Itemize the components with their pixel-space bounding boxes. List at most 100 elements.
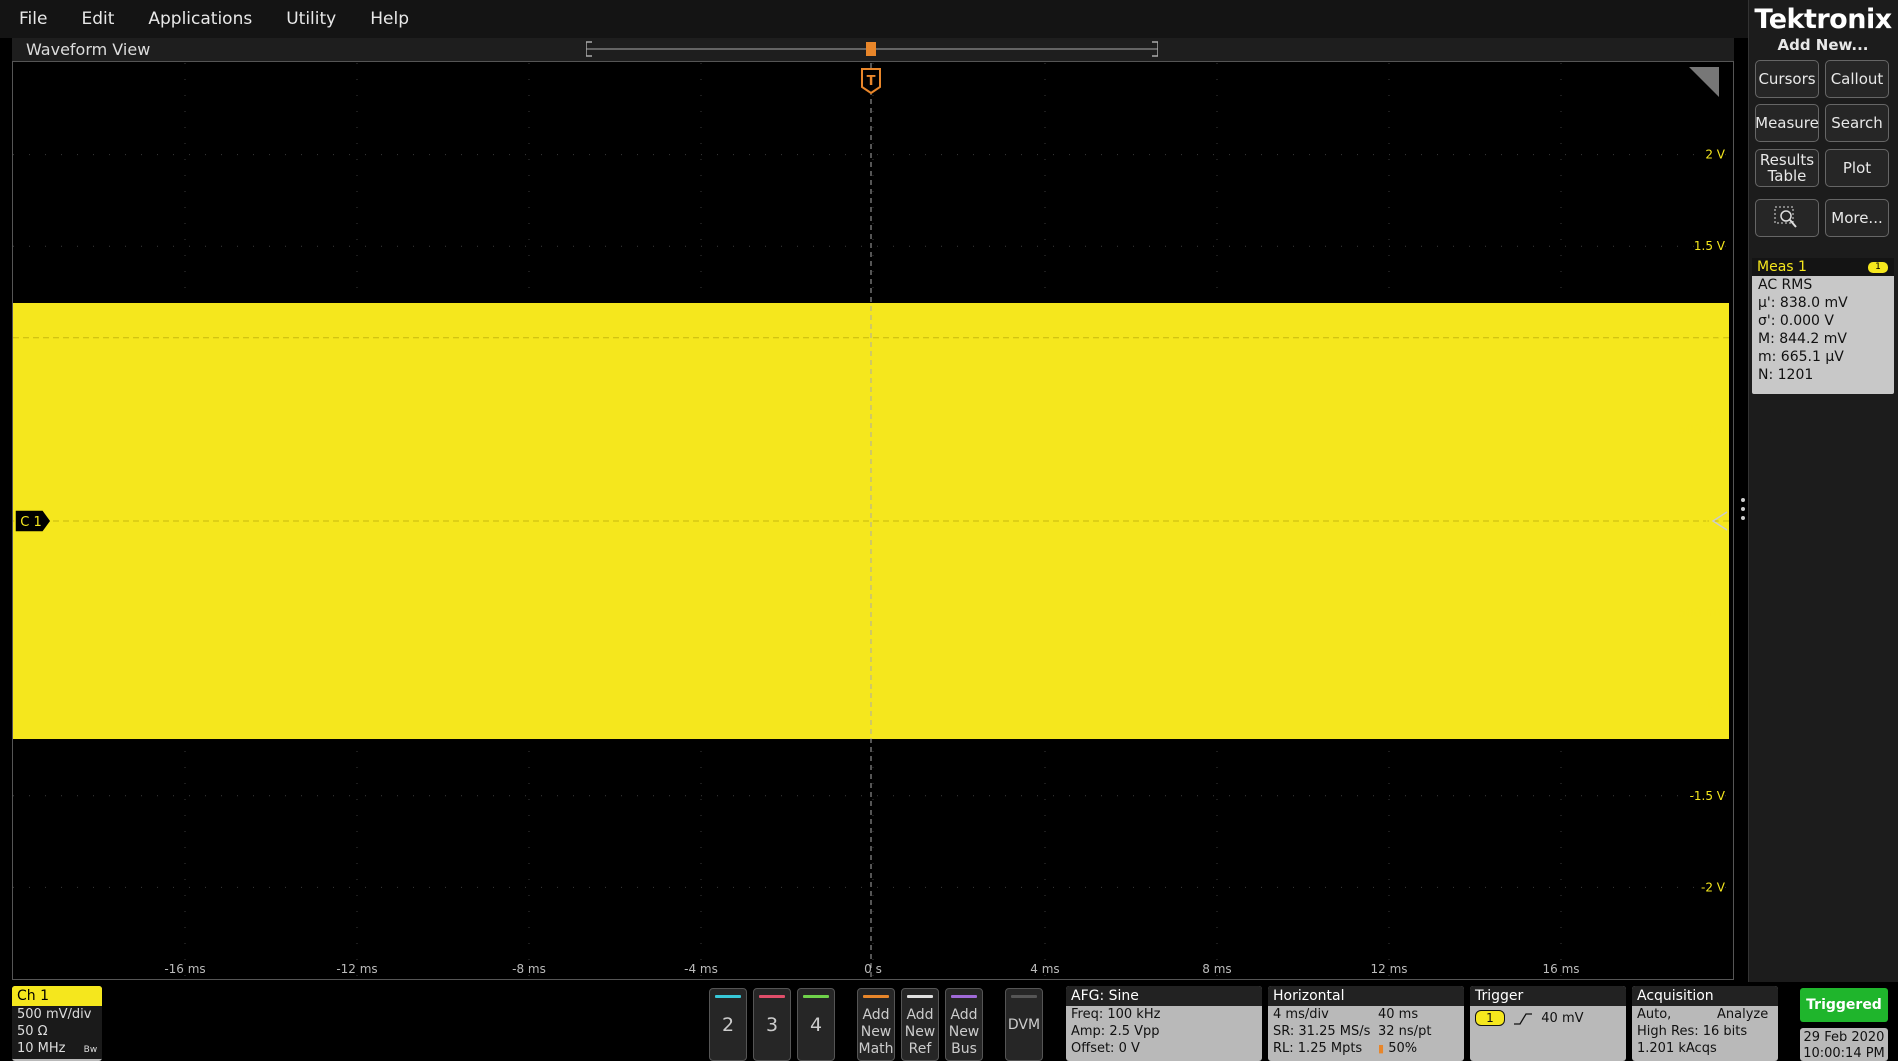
menu-applications[interactable]: Applications [133, 0, 267, 38]
menu-edit[interactable]: Edit [66, 0, 129, 38]
add-math-line-2: New [860, 1024, 892, 1040]
trigger-marker-label: T [867, 74, 876, 89]
add-new-heading: Add New... [1777, 36, 1869, 54]
channel-3-button[interactable]: 3 [753, 988, 791, 1061]
horizontal-duration: 40 ms [1378, 1007, 1419, 1022]
panel-resize-handle[interactable] [1740, 496, 1746, 522]
menu-bar: File Edit Applications Utility Help [0, 0, 1748, 38]
x-axis-label: 8 ms [1202, 962, 1231, 976]
channel-1-scale: 500 mV/div [12, 1006, 102, 1023]
measurement-min: m: 665.1 µV [1758, 349, 1844, 365]
trigger-level: 40 mV [1541, 1011, 1584, 1026]
measure-button[interactable]: Measure [1755, 104, 1819, 142]
x-axis-label: -8 ms [512, 962, 546, 976]
x-axis-label: -4 ms [684, 962, 718, 976]
x-axis-label: -12 ms [336, 962, 377, 976]
zoom-corner-icon [1689, 67, 1719, 97]
y-axis-label: 500 mV [1678, 422, 1725, 436]
afg-frequency: Freq: 100 kHz [1071, 1007, 1161, 1022]
horizontal-row-1: 4 ms/div 40 ms [1268, 1006, 1464, 1023]
add-ref-line-2: New [904, 1024, 936, 1040]
channel-2-button[interactable]: 2 [709, 988, 747, 1061]
y-axis-label: -1.5 V [1690, 789, 1726, 803]
menu-file[interactable]: File [4, 0, 62, 38]
channel-1-termination: 50 Ω [12, 1023, 102, 1040]
y-axis-label: 1.5 V [1694, 239, 1726, 253]
horizontal-record-length: RL: 1.25 Mpts [1273, 1041, 1363, 1056]
horizontal-row-3: RL: 1.25 Mpts ▮ 50% [1268, 1040, 1464, 1057]
more-button[interactable]: More... [1825, 199, 1889, 237]
acquisition-title: Acquisition [1632, 986, 1778, 1006]
channel-1-badge[interactable]: Ch 1 500 mV/div 50 Ω 10 MHz Bw [12, 986, 102, 1061]
y-axis-label: -1 V [1701, 697, 1726, 711]
trigger-source-badge: 1 [1475, 1010, 1505, 1026]
menu-utility[interactable]: Utility [271, 0, 351, 38]
trigger-status-button[interactable]: Triggered [1800, 988, 1888, 1022]
add-math-line-3: Math [858, 1041, 894, 1057]
channel-4-label: 4 [809, 1013, 823, 1036]
results-table-label-1: Results [1759, 151, 1815, 169]
waveform-view-title: Waveform View [26, 40, 151, 59]
afg-badge[interactable]: AFG: Sine Freq: 100 kHz Amp: 2.5 Vpp Off… [1066, 986, 1262, 1061]
bandwidth-limit-icon: Bw [83, 1045, 98, 1055]
dvm-button[interactable]: DVM [1005, 988, 1043, 1061]
plot-button[interactable]: Plot [1825, 149, 1889, 187]
y-axis-label: 1 V [1705, 331, 1725, 345]
afg-offset: Offset: 0 V [1071, 1041, 1140, 1056]
horizontal-badge[interactable]: Horizontal 4 ms/div 40 ms SR: 31.25 MS/s 3… [1268, 986, 1464, 1061]
acquisition-mode: Auto, [1637, 1007, 1672, 1022]
y-axis-label: -2 V [1701, 880, 1726, 894]
acquisition-badge[interactable]: Acquisition Auto, Analyze High Res: 16 bi… [1632, 986, 1778, 1061]
zoom-button[interactable] [1755, 199, 1819, 237]
channel-1-title: Ch 1 [12, 986, 102, 1006]
channel-1-bandwidth-value: 10 MHz [17, 1041, 66, 1056]
date-time-badge[interactable]: 29 Feb 2020 10:00:14 PM [1800, 1028, 1888, 1061]
trigger-badge[interactable]: Trigger 1 40 mV [1470, 986, 1626, 1061]
record-overview-bar[interactable] [586, 40, 1158, 58]
x-axis-label: 16 ms [1542, 962, 1579, 976]
add-ref-line-1: Add [906, 1007, 934, 1023]
acquisition-count: 1.201 kAcqs [1637, 1041, 1717, 1056]
tektronix-logo: Tektronix [1754, 4, 1892, 35]
date-label: 29 Feb 2020 [1803, 1030, 1885, 1045]
acquisition-resolution: High Res: 16 bits [1637, 1024, 1748, 1039]
afg-title: AFG: Sine [1066, 986, 1262, 1006]
channel-2-color-bar [715, 995, 741, 998]
y-axis-label: 0 V [1705, 514, 1725, 528]
results-table-button[interactable]: Results Table [1755, 149, 1819, 187]
rising-edge-icon [1514, 1012, 1533, 1025]
x-axis-label: 4 ms [1030, 962, 1059, 976]
math-color-bar [863, 995, 889, 998]
channel-3-label: 3 [765, 1013, 779, 1036]
horizontal-position: 50% [1388, 1041, 1418, 1056]
add-new-bus-button[interactable]: Add New Bus [945, 988, 983, 1061]
measurement-source-badge: 1 [1868, 262, 1888, 273]
ch1-waveform [13, 302, 1729, 740]
acquisition-row-1: Auto, Analyze [1632, 1006, 1778, 1023]
add-new-math-button[interactable]: Add New Math [857, 988, 895, 1061]
acquisition-analyze: Analyze [1717, 1007, 1769, 1022]
channel-1-bandwidth: 10 MHz Bw [12, 1040, 102, 1059]
add-bus-line-3: Bus [951, 1041, 977, 1057]
time-label: 10:00:14 PM [1803, 1046, 1885, 1061]
waveform-plot[interactable]: 2 V 1.5 V 1 V 500 mV 0 V -500 mV -1 V -1.5 V -2 … [13, 63, 1733, 979]
channel-4-button[interactable]: 4 [797, 988, 835, 1061]
overview-trigger-icon [866, 42, 876, 56]
horizontal-title: Horizontal [1268, 986, 1464, 1006]
y-axis-label: 2 V [1705, 148, 1725, 162]
measurement-badge[interactable]: Meas 1 1 AC RMS µ': 838.0 mV σ': 0.000 V… [1752, 258, 1894, 394]
trigger-position-icon: ▮ [1378, 1042, 1385, 1055]
add-new-ref-button[interactable]: Add New Ref [901, 988, 939, 1061]
horizontal-scale: 4 ms/div [1273, 1007, 1329, 1022]
measurement-mean: µ': 838.0 mV [1758, 295, 1848, 311]
callout-button[interactable]: Callout [1825, 60, 1889, 98]
menu-help[interactable]: Help [355, 0, 424, 38]
zoom-icon [1774, 206, 1797, 228]
horizontal-row-2: SR: 31.25 MS/s 32 ns/pt [1268, 1023, 1464, 1040]
measurement-stdev: σ': 0.000 V [1758, 313, 1834, 329]
channel-3-color-bar [759, 995, 785, 998]
cursors-button[interactable]: Cursors [1755, 60, 1819, 98]
trigger-settings: 1 40 mV [1470, 1006, 1626, 1027]
search-button[interactable]: Search [1825, 104, 1889, 142]
add-math-line-1: Add [862, 1007, 890, 1023]
